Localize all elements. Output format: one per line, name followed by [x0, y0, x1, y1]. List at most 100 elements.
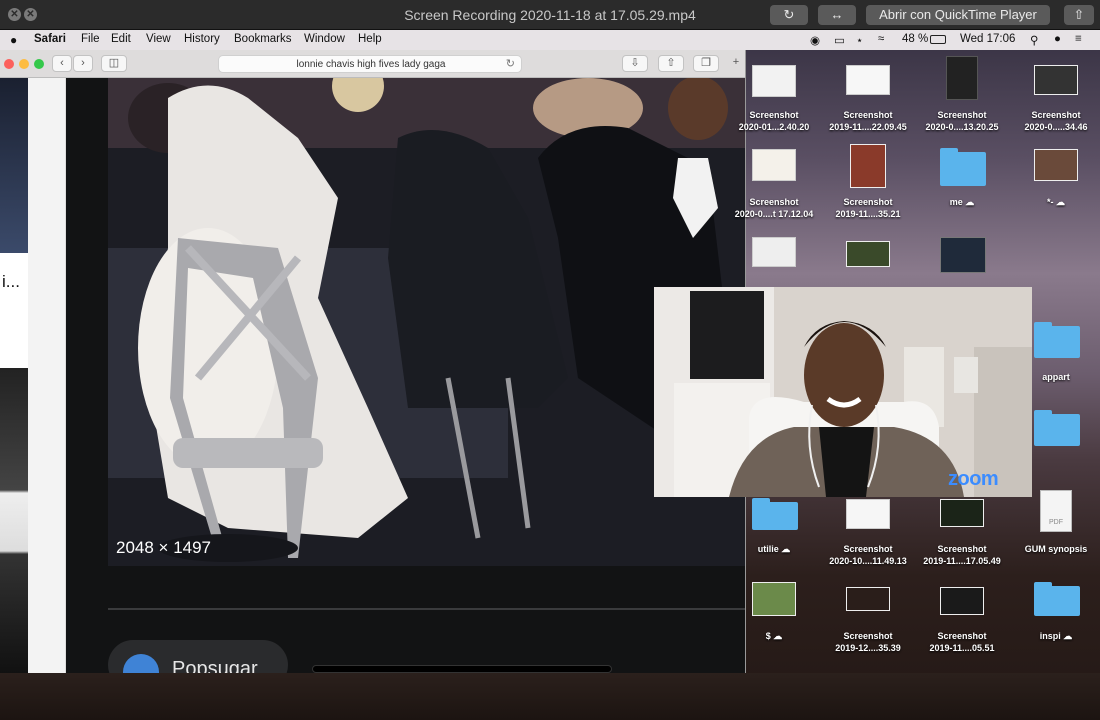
- file-name: GUM synopsis: [1024, 544, 1088, 554]
- result-snippet: i...: [2, 272, 20, 291]
- close-window-button[interactable]: [4, 59, 14, 69]
- notification-center-icon[interactable]: ≡: [1075, 33, 1082, 45]
- folder-name: me ☁: [949, 197, 975, 207]
- file-name: Screenshot: [937, 631, 987, 641]
- forward-button[interactable]: ›: [73, 55, 93, 72]
- rotate-icon: ↻: [783, 7, 795, 22]
- apple-menu-icon[interactable]: ●: [10, 33, 17, 47]
- file-date: 2019-11....22.09.45: [829, 122, 907, 132]
- app-menu[interactable]: Safari: [34, 33, 66, 45]
- file-thumbnail: [752, 582, 796, 616]
- viewer-scroll-indicator[interactable]: [312, 665, 612, 673]
- file-thumbnail: [752, 149, 796, 181]
- folder-icon: [940, 148, 986, 186]
- source-name: Popsugar: [172, 658, 258, 673]
- screen-recording-frame: { "player": { "title": "Screen Recording…: [0, 0, 1100, 720]
- folder-name: inspi ☁: [1039, 631, 1073, 641]
- cloud-icon: ☁: [1056, 197, 1065, 207]
- menu-view[interactable]: View: [146, 33, 171, 45]
- menu-edit[interactable]: Edit: [111, 33, 131, 45]
- folder-name: utilie ☁: [757, 544, 791, 554]
- file-date: 2019-11....05.51: [929, 643, 995, 653]
- file-date: 2020-0....t 17.12.04: [734, 209, 814, 219]
- siri-icon[interactable]: ●: [1054, 33, 1061, 45]
- airplay-icon[interactable]: ▭: [834, 33, 845, 47]
- spotlight-icon[interactable]: ⚲: [1030, 33, 1038, 47]
- menu-window[interactable]: Window: [304, 33, 345, 45]
- folder-icon: [1034, 582, 1080, 616]
- file-thumbnail: [940, 499, 984, 527]
- file-thumbnail: [846, 241, 890, 267]
- battery-percent[interactable]: 48 %: [902, 33, 928, 45]
- zoom-video-frame: [654, 287, 1032, 497]
- page-gutter: [28, 78, 66, 673]
- safari-window: ‹ › ◫ lonnie chavis high fives lady gaga…: [0, 50, 746, 673]
- file-thumbnail: [1034, 149, 1078, 181]
- open-with-quicktime-button[interactable]: Abrir con QuickTime Player: [866, 5, 1050, 25]
- player-bottom-area: [0, 673, 1100, 720]
- rotate-button[interactable]: ↻: [770, 5, 808, 25]
- pdf-icon: PDF: [1040, 490, 1072, 532]
- share-icon: ⇧: [1073, 7, 1085, 22]
- file-date: 2020-10....11.49.13: [829, 556, 907, 566]
- file-thumbnail: [846, 65, 890, 95]
- file-name: Screenshot: [843, 110, 893, 120]
- folder-icon: [1034, 322, 1080, 358]
- file-name: Screenshot: [843, 197, 893, 207]
- clock[interactable]: Wed 17:06: [960, 33, 1015, 45]
- zoom-logo: zoom: [948, 468, 999, 490]
- sidebar-icon[interactable]: ◫: [101, 55, 127, 72]
- source-logo-icon: [123, 654, 159, 673]
- address-bar[interactable]: lonnie chavis high fives lady gaga ↻: [218, 55, 522, 73]
- zoom-video-window[interactable]: [654, 287, 1032, 497]
- preview-image[interactable]: [108, 78, 745, 566]
- file-thumbnail: [946, 56, 978, 100]
- file-thumbnail: [752, 65, 796, 97]
- file-thumbnail: [940, 237, 986, 273]
- cloud-icon: ☁: [1063, 631, 1073, 641]
- image-dimensions: 2048 × 1497: [116, 538, 212, 557]
- battery-icon: [930, 35, 946, 44]
- new-tab-icon[interactable]: +: [726, 55, 745, 72]
- zoom-window-button[interactable]: [34, 59, 44, 69]
- result-thumbnail[interactable]: [0, 368, 28, 673]
- bluetooth-icon[interactable]: ⋆: [856, 33, 863, 47]
- record-status-icon[interactable]: ◉: [810, 33, 820, 47]
- menu-file[interactable]: File: [81, 33, 100, 45]
- menu-history[interactable]: History: [184, 33, 220, 45]
- trim-button[interactable]: ↔: [818, 5, 856, 25]
- file-thumbnail: [850, 144, 886, 188]
- file-name: $ ☁: [765, 631, 783, 641]
- result-thumbnail[interactable]: [0, 78, 28, 253]
- file-name: Screenshot: [1031, 110, 1081, 120]
- menu-help[interactable]: Help: [358, 33, 382, 45]
- viewer-divider: [108, 608, 745, 610]
- downloads-icon[interactable]: ⇩: [622, 55, 648, 72]
- reload-icon[interactable]: ↻: [506, 57, 515, 70]
- share-icon[interactable]: ⇧: [658, 55, 684, 72]
- wifi-icon[interactable]: ≈: [878, 33, 884, 45]
- file-name: Screenshot: [843, 544, 893, 554]
- file-thumbnail: [752, 237, 796, 267]
- page-left-column: i...: [0, 78, 28, 673]
- file-thumbnail: [846, 499, 890, 529]
- minimize-window-button[interactable]: [19, 59, 29, 69]
- file-date: 2019-11....17.05.49: [923, 556, 1001, 566]
- file-name: Screenshot: [937, 544, 987, 554]
- menu-bookmarks[interactable]: Bookmarks: [234, 33, 292, 45]
- file-thumbnail: [846, 587, 890, 611]
- cloud-icon: ☁: [781, 544, 791, 554]
- file-name: Screenshot: [749, 110, 799, 120]
- menu-bar: ● Safari File Edit View History Bookmark…: [0, 30, 1100, 50]
- tabs-overview-icon[interactable]: ❐: [693, 55, 719, 72]
- file-date: 2020-0....13.20.25: [925, 122, 999, 132]
- file-date: 2020-0.....34.46: [1024, 122, 1088, 132]
- file-date: 2019-11....35.21: [835, 209, 901, 219]
- preview-photo-art: [108, 78, 745, 566]
- source-chip[interactable]: Popsugar: [108, 640, 288, 673]
- file-date: 2019-12....35.39: [835, 643, 901, 653]
- cloud-icon: ☁: [965, 197, 975, 207]
- share-button[interactable]: ⇧: [1064, 5, 1094, 25]
- trim-icon: ↔: [830, 7, 844, 22]
- back-button[interactable]: ‹: [52, 55, 72, 72]
